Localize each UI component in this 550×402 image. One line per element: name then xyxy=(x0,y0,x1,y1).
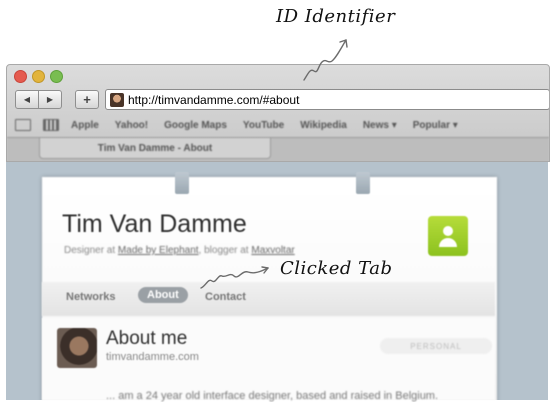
tagline-mid: , blogger at xyxy=(198,245,249,256)
bookmark-popular[interactable]: Popular ▾ xyxy=(413,120,458,131)
top-sites-icon[interactable] xyxy=(43,119,59,131)
section-subtitle: timvandamme.com xyxy=(106,351,199,363)
profile-name: Tim Van Damme xyxy=(62,210,247,238)
browser-tab-active[interactable]: Tim Van Damme - About xyxy=(39,138,271,159)
id-identifier-annotation: ID Identifier xyxy=(276,6,396,27)
bookmark-apple[interactable]: Apple xyxy=(71,120,99,131)
bookmark-wikipedia[interactable]: Wikipedia xyxy=(300,120,347,131)
back-button[interactable]: ◀ xyxy=(15,90,39,109)
profile-tagline: Designer at Made by Elephant, blogger at… xyxy=(64,245,295,256)
annotation-arrow-top xyxy=(303,39,348,81)
clicked-tab-annotation: Clicked Tab xyxy=(280,258,393,279)
tab-networks[interactable]: Networks xyxy=(66,291,116,303)
forward-button[interactable]: ▶ xyxy=(39,90,62,109)
personal-badge: PERSONAL xyxy=(380,338,492,354)
tab-contact[interactable]: Contact xyxy=(205,291,246,303)
about-body-text: ... am a 24 year old interface designer,… xyxy=(106,390,439,402)
bookmark-google-maps[interactable]: Google Maps xyxy=(164,120,227,131)
tagline-prefix: Designer at xyxy=(64,245,116,256)
bookmark-youtube[interactable]: YouTube xyxy=(243,120,284,131)
address-bar[interactable]: http://timvandamme.com/#about xyxy=(105,89,549,110)
zoom-window-icon[interactable] xyxy=(50,70,63,83)
address-url: http://timvandamme.com/#about xyxy=(128,92,300,107)
window-controls xyxy=(14,70,63,83)
bookmark-yahoo[interactable]: Yahoo! xyxy=(115,120,148,131)
reading-list-icon[interactable] xyxy=(15,119,31,131)
close-window-icon[interactable] xyxy=(14,70,27,83)
blog-link[interactable]: Maxvoltar xyxy=(251,245,294,256)
section-title: About me xyxy=(106,328,188,349)
add-contact-icon[interactable] xyxy=(428,216,468,256)
company-link[interactable]: Made by Elephant xyxy=(118,245,199,256)
browser-window: ◀ ▶ + http://timvandamme.com/#about Appl… xyxy=(6,64,550,162)
add-bookmark-button[interactable]: + xyxy=(75,90,99,109)
annotation-arrow-tab xyxy=(200,266,269,289)
bookmarks-bar: Apple Yahoo! Google Maps YouTube Wikiped… xyxy=(15,117,545,133)
card-clip-left xyxy=(175,172,189,194)
tab-strip: Tim Van Damme - About xyxy=(7,137,549,161)
tab-about[interactable]: About xyxy=(138,287,188,303)
avatar xyxy=(57,328,97,368)
minimize-window-icon[interactable] xyxy=(32,70,45,83)
card-clip-right xyxy=(356,172,370,194)
bookmark-news[interactable]: News ▾ xyxy=(363,120,397,131)
site-favicon-icon xyxy=(110,92,124,107)
